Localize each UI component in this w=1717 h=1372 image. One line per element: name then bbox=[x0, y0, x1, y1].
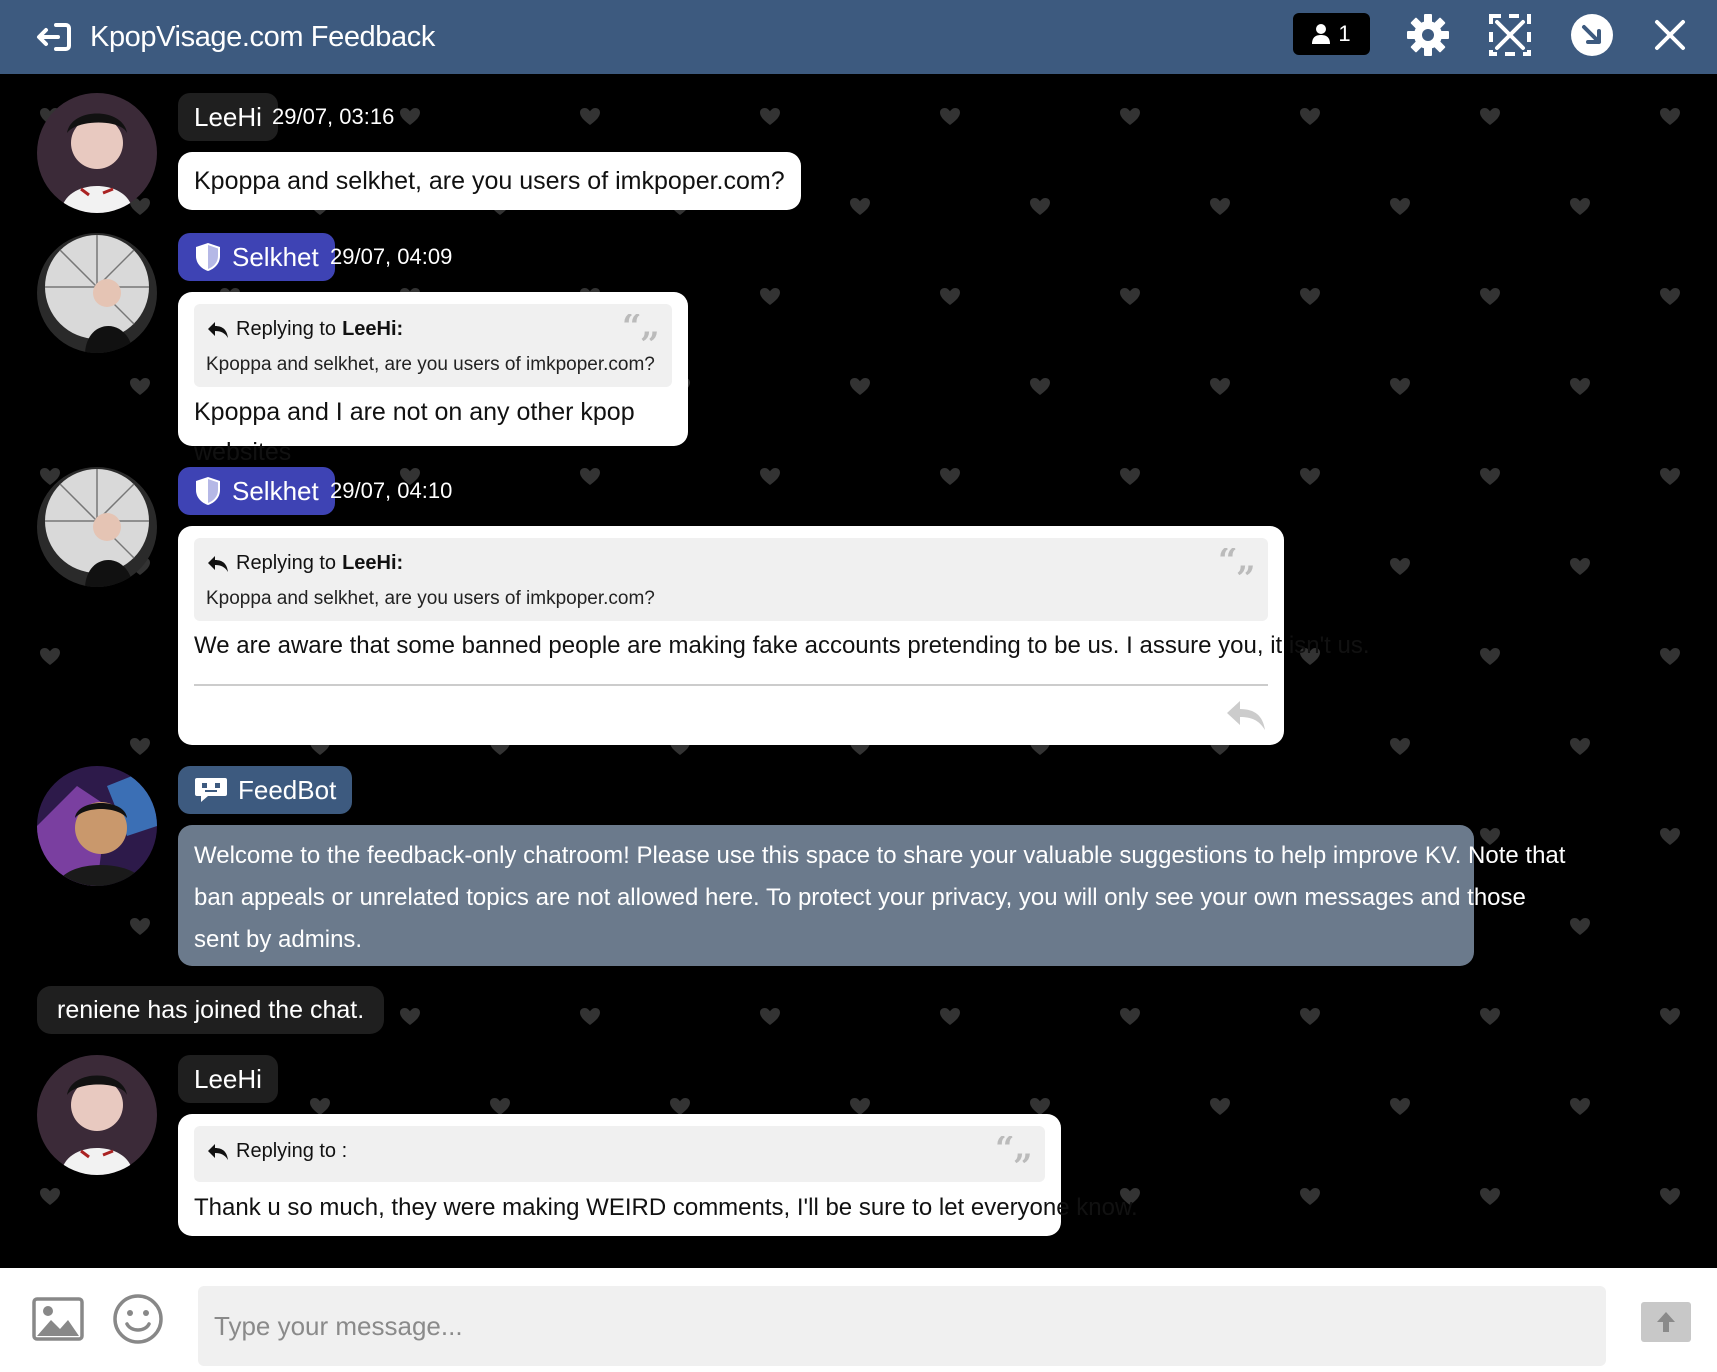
message-input[interactable] bbox=[198, 1286, 1606, 1366]
avatar[interactable] bbox=[37, 233, 157, 353]
system-notice: reniene has joined the chat. bbox=[37, 986, 385, 1034]
svg-text:”: ” bbox=[640, 325, 660, 350]
send-button[interactable] bbox=[1641, 1302, 1691, 1342]
message-bubble[interactable]: Kpoppa and selkhet, are you users of imk… bbox=[178, 152, 801, 210]
quoted-text: Kpoppa and selkhet, are you users of imk… bbox=[206, 588, 655, 609]
reply-button-icon[interactable] bbox=[1224, 698, 1268, 734]
avatar[interactable] bbox=[37, 93, 157, 213]
reply-quote[interactable]: Replying to : “ ” bbox=[194, 1126, 1045, 1182]
message-timestamp: 29/07, 04:09 bbox=[330, 244, 453, 269]
avatar[interactable] bbox=[37, 467, 157, 587]
avatar[interactable] bbox=[37, 1055, 157, 1175]
message-timestamp: 29/07, 03:16 bbox=[272, 104, 395, 129]
chat-header: KpopVisage.com Feedback 1 bbox=[0, 0, 1717, 74]
message-text-line: sent by admins. bbox=[194, 926, 363, 953]
username: LeeHi bbox=[194, 1064, 262, 1094]
avatar-image bbox=[37, 1055, 157, 1175]
username: LeeHi bbox=[194, 102, 262, 132]
username-tag[interactable]: Selkhet bbox=[178, 467, 335, 515]
svg-text:“: “ bbox=[995, 1136, 1015, 1169]
reply-quote[interactable]: Replying to LeeHi: Kpoppa and selkhet, a… bbox=[194, 304, 672, 387]
send-icon bbox=[1657, 1312, 1675, 1332]
avatar-image bbox=[37, 93, 157, 213]
reply-prefix: Replying to bbox=[236, 552, 337, 574]
svg-text:“: “ bbox=[1218, 548, 1238, 581]
shield-icon bbox=[196, 477, 220, 505]
shield-icon bbox=[196, 243, 220, 271]
username-tag[interactable]: Selkhet bbox=[178, 233, 335, 281]
avatar-image bbox=[37, 467, 157, 587]
quote-mark-icon: “ ” bbox=[1218, 548, 1256, 584]
quote-mark-icon: “ ” bbox=[995, 1136, 1033, 1172]
reply-prefix: Replying to : bbox=[236, 1140, 348, 1162]
svg-text:”: ” bbox=[1013, 1147, 1033, 1172]
online-users-badge[interactable]: 1 bbox=[1293, 13, 1370, 55]
gear-icon[interactable] bbox=[1405, 12, 1451, 58]
message-timestamp: 29/07, 04:10 bbox=[330, 478, 453, 503]
avatar-image bbox=[37, 766, 157, 886]
reply-prefix: Replying to bbox=[236, 318, 337, 340]
quote-mark-icon: “ ” bbox=[622, 314, 660, 350]
message-text: Kpoppa and selkhet, are you users of imk… bbox=[194, 167, 785, 195]
message-text-line: Welcome to the feedback-only chatroom! P… bbox=[194, 842, 1566, 869]
reply-target: LeeHi: bbox=[342, 552, 404, 574]
avatar[interactable] bbox=[37, 766, 157, 886]
quoted-text: Kpoppa and selkhet, are you users of imk… bbox=[206, 354, 655, 375]
exit-icon[interactable] bbox=[34, 17, 74, 57]
bot-message-bubble[interactable]: Welcome to the feedback-only chatroom! P… bbox=[178, 825, 1566, 966]
message-text: Kpoppa and I are not on any other kpop w… bbox=[194, 398, 635, 466]
username-tag[interactable]: FeedBot bbox=[178, 766, 353, 814]
message-bubble[interactable]: Replying to LeeHi: Kpoppa and selkhet, a… bbox=[178, 526, 1370, 745]
message-bubble[interactable]: Replying to LeeHi: Kpoppa and selkhet, a… bbox=[178, 292, 688, 466]
close-icon[interactable] bbox=[1647, 12, 1693, 58]
reply-target: LeeHi: bbox=[342, 318, 404, 340]
chat-messages[interactable]: LeeHi 29/07, 03:16 Kpoppa and selkhet, a… bbox=[0, 74, 1717, 1268]
bot-chat-icon bbox=[195, 778, 227, 802]
username: FeedBot bbox=[238, 775, 337, 805]
message-bubble[interactable]: Replying to : “ ” Thank u so much, they … bbox=[178, 1114, 1138, 1236]
reply-arrow-icon bbox=[208, 555, 228, 572]
username-tag[interactable]: LeeHi bbox=[178, 93, 278, 141]
svg-text:“: “ bbox=[622, 314, 642, 347]
reply-arrow-icon bbox=[208, 321, 228, 338]
reply-arrow-icon bbox=[208, 1143, 228, 1160]
message-text-line: ban appeals or unrelated topics are not … bbox=[194, 884, 1526, 911]
username-tag[interactable]: LeeHi bbox=[178, 1055, 278, 1103]
divider bbox=[194, 684, 1268, 686]
minimize-icon[interactable] bbox=[1569, 12, 1615, 58]
online-users-count: 1 bbox=[1338, 21, 1351, 46]
user-icon bbox=[1312, 24, 1331, 44]
svg-text:”: ” bbox=[1236, 559, 1256, 584]
message-text: We are aware that some banned people are… bbox=[194, 632, 1370, 659]
message-composer bbox=[0, 1268, 1717, 1372]
message-text: Thank u so much, they were making WEIRD … bbox=[194, 1194, 1138, 1221]
page-title: KpopVisage.com Feedback bbox=[90, 21, 435, 53]
username: Selkhet bbox=[232, 242, 319, 272]
reply-quote[interactable]: Replying to LeeHi: Kpoppa and selkhet, a… bbox=[194, 538, 1268, 621]
username: Selkhet bbox=[232, 476, 319, 506]
expand-icon[interactable] bbox=[1487, 12, 1533, 58]
image-icon[interactable] bbox=[31, 1292, 85, 1346]
avatar-image bbox=[37, 233, 157, 353]
emoji-icon[interactable] bbox=[111, 1292, 165, 1346]
